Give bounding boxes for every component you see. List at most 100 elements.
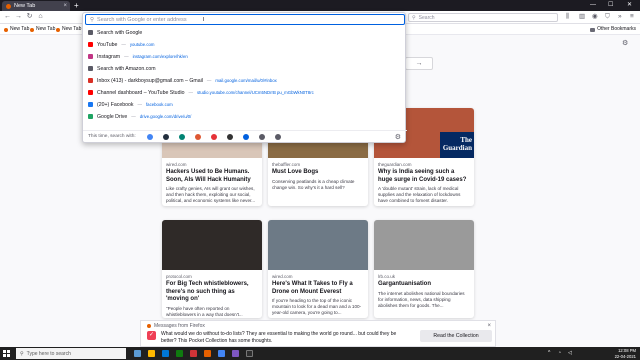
tray-chevron-icon[interactable]: ^ bbox=[548, 350, 550, 356]
bookmark-label: New Tab bbox=[10, 26, 30, 32]
windows-taskbar: ⚲ Type here to search ^ ◔ ◁ 12:08 PM 22-… bbox=[0, 347, 640, 360]
close-tab-icon[interactable]: × bbox=[63, 3, 67, 9]
suggestion-title: Google Drive bbox=[97, 113, 128, 120]
history-engine-icon[interactable] bbox=[274, 133, 281, 140]
gmail-icon bbox=[88, 78, 93, 83]
suggestion-separator: — bbox=[206, 78, 212, 83]
ebay-engine-icon[interactable] bbox=[210, 133, 217, 140]
suggestion-row[interactable]: YouTube — youtube.com bbox=[83, 39, 407, 50]
suggestion-row[interactable]: Channel dashboard – YouTube Studio — studi… bbox=[83, 87, 407, 98]
chrome-icon[interactable] bbox=[218, 350, 225, 357]
store-icon[interactable] bbox=[162, 350, 169, 357]
folder-icon bbox=[590, 27, 596, 32]
pocket-icon[interactable]: ⛉ bbox=[605, 12, 610, 22]
suggestion-row[interactable]: Google Drive — drive.google.com/drive/u/0/ bbox=[83, 111, 407, 122]
home-icon[interactable]: ⌂ bbox=[36, 12, 45, 22]
story-card[interactable]: lrb.co.uk Gargantuanisation The internet a… bbox=[374, 220, 474, 318]
clock-date: 22-04-2021 bbox=[614, 353, 636, 359]
app-icon[interactable] bbox=[232, 350, 239, 357]
guardian-logo: The Guardian bbox=[440, 132, 474, 158]
suggestion-row[interactable]: (20+) Facebook — facebook.com bbox=[83, 99, 407, 110]
search-icon bbox=[88, 66, 93, 71]
tabs-engine-icon[interactable] bbox=[258, 133, 265, 140]
wikipedia-engine-icon[interactable] bbox=[226, 133, 233, 140]
reload-icon[interactable]: ↻ bbox=[25, 12, 34, 22]
story-card[interactable]: protocol.com For Big Tech whistleblowers,… bbox=[162, 220, 262, 318]
story-title: Why is India seeing such a huge surge in… bbox=[378, 169, 467, 183]
read-collection-button[interactable]: Read the Collection bbox=[420, 330, 492, 342]
suggestion-url: facebook.com bbox=[145, 102, 173, 107]
page-search-button[interactable]: → bbox=[405, 57, 433, 70]
close-window-icon[interactable]: ✕ bbox=[627, 0, 632, 11]
other-bookmarks-label: Other Bookmarks bbox=[597, 26, 636, 32]
firefox-icon bbox=[30, 27, 34, 32]
volume-icon[interactable]: ◁ bbox=[568, 350, 572, 356]
suggestion-separator: — bbox=[188, 90, 194, 95]
story-description: "People have often reported on whistlebl… bbox=[166, 305, 243, 317]
story-description: If you're heading to the top of the icon… bbox=[272, 298, 362, 315]
bookmarks-engine-icon[interactable] bbox=[242, 133, 249, 140]
terminal-icon[interactable] bbox=[246, 350, 253, 357]
amazon-engine-icon[interactable] bbox=[162, 133, 169, 140]
suggestion-row[interactable]: Search with Google bbox=[83, 27, 407, 38]
bookmark-item[interactable]: New Tab bbox=[30, 25, 55, 34]
menu-icon[interactable]: ≡ bbox=[630, 12, 634, 22]
search-icon: ⚲ bbox=[412, 14, 416, 21]
drive-icon bbox=[88, 114, 93, 119]
extensions-icon[interactable]: » bbox=[618, 12, 622, 22]
close-icon[interactable]: × bbox=[487, 323, 491, 329]
edge-icon[interactable] bbox=[176, 350, 183, 357]
suggestion-title: (20+) Facebook bbox=[97, 101, 134, 108]
firefox-taskbar-icon[interactable] bbox=[204, 350, 211, 357]
office-icon[interactable] bbox=[190, 350, 197, 357]
search-settings-icon[interactable]: ⚙ bbox=[395, 133, 401, 141]
tab-title: New Tab bbox=[14, 3, 36, 9]
firefox-message-banner: Messages from Firefox ✓ What would we do… bbox=[140, 320, 496, 347]
bookmark-label: New Tab bbox=[62, 26, 82, 32]
clock[interactable]: 12:08 PM 22-04-2021 bbox=[615, 348, 636, 359]
bookmark-item[interactable]: New Tab bbox=[56, 25, 81, 34]
windows-start-icon[interactable] bbox=[3, 350, 10, 357]
task-view-icon[interactable] bbox=[134, 350, 141, 357]
maximize-icon[interactable]: ☐ bbox=[608, 0, 613, 11]
duckduckgo-engine-icon[interactable] bbox=[194, 133, 201, 140]
suggestion-row[interactable]: Search with Amazon.com bbox=[83, 63, 407, 74]
story-title: Must Love Bogs bbox=[272, 169, 319, 175]
tab-new-tab[interactable]: New Tab × bbox=[2, 1, 70, 11]
suggestion-row[interactable]: Instagram — instagram.com/explore/hk/en bbox=[83, 51, 407, 62]
forward-icon[interactable]: → bbox=[14, 12, 23, 22]
suggestion-title: Search with Amazon.com bbox=[97, 65, 156, 72]
bing-engine-icon[interactable] bbox=[178, 133, 185, 140]
personalize-gear-icon[interactable]: ⚙ bbox=[622, 39, 628, 47]
network-icon[interactable]: ◔ bbox=[558, 350, 561, 356]
pocket-logo-icon: ✓ bbox=[147, 331, 156, 340]
suggestion-separator: — bbox=[131, 114, 136, 119]
search-icon bbox=[88, 30, 93, 35]
story-thumbnail bbox=[162, 220, 262, 270]
suggestion-url: youtube.com bbox=[129, 42, 155, 47]
library-icon[interactable]: ⫼ bbox=[566, 12, 569, 22]
search-icon: ⚲ bbox=[20, 350, 24, 357]
address-bar[interactable]: ⚲ Search with Google or enter address I bbox=[85, 14, 405, 25]
back-icon[interactable]: ← bbox=[3, 12, 12, 22]
taskbar-search[interactable]: ⚲ Type here to search bbox=[16, 348, 126, 359]
suggestion-row[interactable]: Inbox (413) - darkboysup@gmail.com – Gma… bbox=[83, 75, 407, 86]
firefox-icon bbox=[147, 324, 151, 328]
account-icon[interactable]: ◉ bbox=[592, 12, 598, 22]
bookmark-item[interactable]: New Tab bbox=[4, 25, 29, 34]
story-title: Here's What It Takes to Fly a Drone on M… bbox=[272, 281, 353, 295]
suggestion-title: YouTube bbox=[97, 41, 118, 48]
search-bar[interactable]: ⚲ Search bbox=[408, 13, 558, 22]
new-tab-button[interactable]: + bbox=[74, 1, 79, 10]
other-bookmarks[interactable]: Other Bookmarks bbox=[590, 25, 636, 34]
story-source: protocol.com bbox=[166, 274, 192, 279]
sidebar-icon[interactable]: ▥ bbox=[579, 12, 585, 22]
facebook-icon bbox=[88, 102, 93, 107]
google-engine-icon[interactable] bbox=[146, 133, 153, 140]
story-title: For Big Tech whistleblowers, there's no … bbox=[166, 281, 249, 302]
file-explorer-icon[interactable] bbox=[148, 350, 155, 357]
youtube-icon bbox=[88, 42, 93, 47]
story-card[interactable]: wired.com Here's What It Takes to Fly a D… bbox=[268, 220, 368, 318]
search-bar-placeholder: Search bbox=[418, 14, 435, 21]
minimize-icon[interactable]: — bbox=[590, 0, 596, 11]
